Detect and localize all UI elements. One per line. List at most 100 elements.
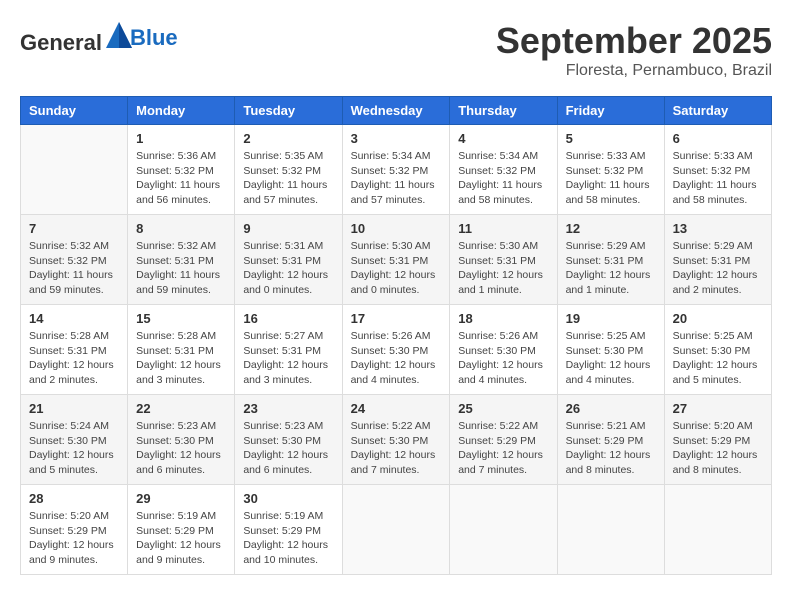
day-number: 8 <box>136 221 226 236</box>
table-row <box>664 485 771 575</box>
calendar: Sunday Monday Tuesday Wednesday Thursday… <box>20 96 772 575</box>
day-number: 20 <box>673 311 763 326</box>
calendar-week-2: 14Sunrise: 5:28 AM Sunset: 5:31 PM Dayli… <box>21 305 772 395</box>
table-row: 22Sunrise: 5:23 AM Sunset: 5:30 PM Dayli… <box>128 395 235 485</box>
month-title: September 2025 <box>496 20 772 62</box>
day-info: Sunrise: 5:25 AM Sunset: 5:30 PM Dayligh… <box>566 329 656 388</box>
col-monday: Monday <box>128 97 235 125</box>
calendar-week-4: 28 Sunrise: 5:20 AM Sunset: 5:29 PM Dayli… <box>21 485 772 575</box>
day-number: 24 <box>351 401 442 416</box>
table-row: 6 Sunrise: 5:33 AM Sunset: 5:32 PM Daylig… <box>664 125 771 215</box>
table-row: 1 Sunrise: 5:36 AM Sunset: 5:32 PM Daylig… <box>128 125 235 215</box>
title-area: September 2025 Floresta, Pernambuco, Bra… <box>496 20 772 80</box>
day-info: Sunrise: 5:35 AM Sunset: 5:32 PM Dayligh… <box>243 149 333 208</box>
day-number: 11 <box>458 221 548 236</box>
day-info: Sunrise: 5:31 AM Sunset: 5:31 PM Dayligh… <box>243 239 333 298</box>
day-number: 28 <box>29 491 119 506</box>
table-row: 14Sunrise: 5:28 AM Sunset: 5:31 PM Dayli… <box>21 305 128 395</box>
table-row <box>557 485 664 575</box>
day-info: Sunrise: 5:22 AM Sunset: 5:30 PM Dayligh… <box>351 419 442 478</box>
day-number: 30 <box>243 491 333 506</box>
day-number: 15 <box>136 311 226 326</box>
day-info: Sunrise: 5:32 AM Sunset: 5:31 PM Dayligh… <box>136 239 226 298</box>
day-number: 27 <box>673 401 763 416</box>
day-info: Sunrise: 5:19 AM Sunset: 5:29 PM Dayligh… <box>136 509 226 568</box>
calendar-header-row: Sunday Monday Tuesday Wednesday Thursday… <box>21 97 772 125</box>
day-info: Sunrise: 5:36 AM Sunset: 5:32 PM Dayligh… <box>136 149 226 208</box>
day-number: 3 <box>351 131 442 146</box>
day-info: Sunrise: 5:28 AM Sunset: 5:31 PM Dayligh… <box>136 329 226 388</box>
day-number: 10 <box>351 221 442 236</box>
table-row: 28 Sunrise: 5:20 AM Sunset: 5:29 PM Dayli… <box>21 485 128 575</box>
day-number: 4 <box>458 131 548 146</box>
day-info: Sunrise: 5:33 AM Sunset: 5:32 PM Dayligh… <box>566 149 656 208</box>
day-number: 7 <box>29 221 119 236</box>
table-row: 4Sunrise: 5:34 AM Sunset: 5:32 PM Daylig… <box>450 125 557 215</box>
logo-blue: Blue <box>130 25 178 50</box>
logo: General Blue <box>20 20 178 56</box>
table-row: 20Sunrise: 5:25 AM Sunset: 5:30 PM Dayli… <box>664 305 771 395</box>
table-row: 7Sunrise: 5:32 AM Sunset: 5:32 PM Daylig… <box>21 215 128 305</box>
day-info: Sunrise: 5:34 AM Sunset: 5:32 PM Dayligh… <box>351 149 442 208</box>
day-number: 23 <box>243 401 333 416</box>
table-row: 21 Sunrise: 5:24 AM Sunset: 5:30 PM Dayli… <box>21 395 128 485</box>
table-row: 26 Sunrise: 5:21 AM Sunset: 5:29 PM Dayli… <box>557 395 664 485</box>
table-row: 13 Sunrise: 5:29 AM Sunset: 5:31 PM Dayli… <box>664 215 771 305</box>
col-friday: Friday <box>557 97 664 125</box>
day-number: 21 <box>29 401 119 416</box>
col-wednesday: Wednesday <box>342 97 450 125</box>
table-row: 9 Sunrise: 5:31 AM Sunset: 5:31 PM Daylig… <box>235 215 342 305</box>
day-number: 2 <box>243 131 333 146</box>
col-saturday: Saturday <box>664 97 771 125</box>
day-number: 29 <box>136 491 226 506</box>
table-row: 12 Sunrise: 5:29 AM Sunset: 5:31 PM Dayli… <box>557 215 664 305</box>
table-row: 15 Sunrise: 5:28 AM Sunset: 5:31 PM Dayli… <box>128 305 235 395</box>
day-info: Sunrise: 5:29 AM Sunset: 5:31 PM Dayligh… <box>673 239 763 298</box>
day-number: 25 <box>458 401 548 416</box>
table-row: 18Sunrise: 5:26 AM Sunset: 5:30 PM Dayli… <box>450 305 557 395</box>
col-sunday: Sunday <box>21 97 128 125</box>
day-info: Sunrise: 5:21 AM Sunset: 5:29 PM Dayligh… <box>566 419 656 478</box>
day-info: Sunrise: 5:30 AM Sunset: 5:31 PM Dayligh… <box>351 239 442 298</box>
day-info: Sunrise: 5:26 AM Sunset: 5:30 PM Dayligh… <box>351 329 442 388</box>
day-number: 1 <box>136 131 226 146</box>
table-row: 24 Sunrise: 5:22 AM Sunset: 5:30 PM Dayli… <box>342 395 450 485</box>
table-row: 25 Sunrise: 5:22 AM Sunset: 5:29 PM Dayli… <box>450 395 557 485</box>
day-number: 17 <box>351 311 442 326</box>
day-info: Sunrise: 5:20 AM Sunset: 5:29 PM Dayligh… <box>29 509 119 568</box>
day-number: 13 <box>673 221 763 236</box>
table-row: 3 Sunrise: 5:34 AM Sunset: 5:32 PM Daylig… <box>342 125 450 215</box>
day-info: Sunrise: 5:29 AM Sunset: 5:31 PM Dayligh… <box>566 239 656 298</box>
day-info: Sunrise: 5:24 AM Sunset: 5:30 PM Dayligh… <box>29 419 119 478</box>
table-row: 8 Sunrise: 5:32 AM Sunset: 5:31 PM Daylig… <box>128 215 235 305</box>
day-info: Sunrise: 5:30 AM Sunset: 5:31 PM Dayligh… <box>458 239 548 298</box>
day-info: Sunrise: 5:28 AM Sunset: 5:31 PM Dayligh… <box>29 329 119 388</box>
day-info: Sunrise: 5:23 AM Sunset: 5:30 PM Dayligh… <box>136 419 226 478</box>
table-row <box>450 485 557 575</box>
day-number: 19 <box>566 311 656 326</box>
day-number: 16 <box>243 311 333 326</box>
table-row: 2 Sunrise: 5:35 AM Sunset: 5:32 PM Daylig… <box>235 125 342 215</box>
table-row: 16 Sunrise: 5:27 AM Sunset: 5:31 PM Dayli… <box>235 305 342 395</box>
calendar-week-3: 21 Sunrise: 5:24 AM Sunset: 5:30 PM Dayli… <box>21 395 772 485</box>
table-row: 17 Sunrise: 5:26 AM Sunset: 5:30 PM Dayli… <box>342 305 450 395</box>
day-number: 18 <box>458 311 548 326</box>
day-number: 6 <box>673 131 763 146</box>
day-number: 12 <box>566 221 656 236</box>
col-thursday: Thursday <box>450 97 557 125</box>
day-info: Sunrise: 5:23 AM Sunset: 5:30 PM Dayligh… <box>243 419 333 478</box>
day-info: Sunrise: 5:22 AM Sunset: 5:29 PM Dayligh… <box>458 419 548 478</box>
day-number: 5 <box>566 131 656 146</box>
logo-general: General <box>20 30 102 55</box>
table-row: 30 Sunrise: 5:19 AM Sunset: 5:29 PM Dayli… <box>235 485 342 575</box>
day-info: Sunrise: 5:19 AM Sunset: 5:29 PM Dayligh… <box>243 509 333 568</box>
day-number: 9 <box>243 221 333 236</box>
day-info: Sunrise: 5:27 AM Sunset: 5:31 PM Dayligh… <box>243 329 333 388</box>
table-row: 27Sunrise: 5:20 AM Sunset: 5:29 PM Dayli… <box>664 395 771 485</box>
calendar-week-0: 1 Sunrise: 5:36 AM Sunset: 5:32 PM Daylig… <box>21 125 772 215</box>
table-row: 5 Sunrise: 5:33 AM Sunset: 5:32 PM Daylig… <box>557 125 664 215</box>
day-number: 26 <box>566 401 656 416</box>
table-row: 29 Sunrise: 5:19 AM Sunset: 5:29 PM Dayli… <box>128 485 235 575</box>
day-info: Sunrise: 5:33 AM Sunset: 5:32 PM Dayligh… <box>673 149 763 208</box>
table-row: 11 Sunrise: 5:30 AM Sunset: 5:31 PM Dayli… <box>450 215 557 305</box>
